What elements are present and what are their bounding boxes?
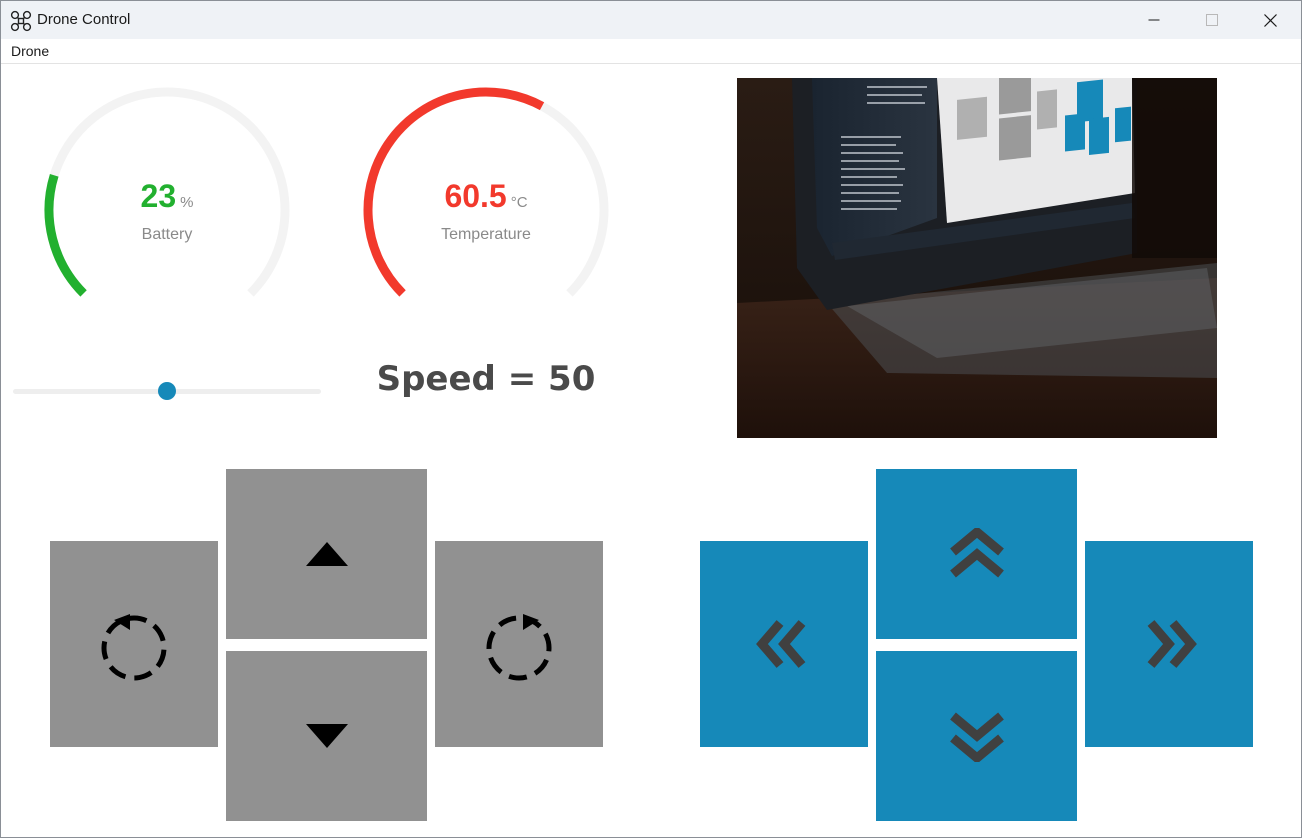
minimize-button[interactable] — [1125, 1, 1183, 39]
rotate-right-icon — [486, 614, 552, 681]
app-window: Drone Control Drone 23% Battery 60.5 °C … — [0, 0, 1302, 838]
title-bar[interactable]: Drone Control — [1, 1, 1301, 39]
camera-feed-image — [737, 78, 1217, 438]
rotate-left-button[interactable] — [50, 541, 218, 747]
camera-feed — [737, 78, 1217, 438]
battery-value: 23 — [140, 178, 177, 214]
battery-gauge: 23% Battery — [37, 84, 297, 324]
double-chevron-left-icon — [756, 620, 806, 668]
rotate-left-icon — [101, 614, 167, 681]
close-button[interactable] — [1241, 1, 1299, 39]
arrow-up-icon — [305, 542, 348, 566]
move-left-button[interactable] — [700, 541, 868, 747]
move-down-button[interactable] — [226, 651, 427, 821]
battery-value-display: 23% — [37, 178, 297, 215]
move-backward-button[interactable] — [876, 651, 1077, 821]
maximize-icon — [1206, 14, 1218, 26]
temperature-gauge: 60.5 °C Temperature — [356, 84, 616, 324]
close-icon — [1263, 13, 1277, 27]
maximize-button[interactable] — [1183, 1, 1241, 39]
menu-bar: Drone — [1, 39, 1301, 64]
minimize-icon — [1148, 19, 1160, 21]
menu-drone[interactable]: Drone — [11, 43, 49, 59]
temperature-value-display: 60.5 °C — [356, 178, 616, 215]
rotate-right-button[interactable] — [435, 541, 603, 747]
temperature-value: 60.5 — [444, 178, 507, 214]
move-up-button[interactable] — [226, 469, 427, 639]
battery-label: Battery — [141, 226, 193, 243]
move-right-button[interactable] — [1085, 541, 1253, 747]
speed-slider-thumb[interactable] — [158, 382, 176, 400]
battery-unit: % — [180, 194, 194, 211]
move-forward-button[interactable] — [876, 469, 1077, 639]
temperature-unit: °C — [510, 194, 528, 211]
temperature-label: Temperature — [441, 226, 531, 243]
double-chevron-up-icon — [949, 528, 1004, 578]
drone-icon — [10, 10, 32, 32]
double-chevron-right-icon — [1147, 620, 1197, 668]
double-chevron-down-icon — [949, 712, 1004, 762]
window-title: Drone Control — [37, 11, 131, 28]
arrow-down-icon — [305, 724, 348, 748]
speed-readout: Speed = 50 — [376, 359, 596, 399]
